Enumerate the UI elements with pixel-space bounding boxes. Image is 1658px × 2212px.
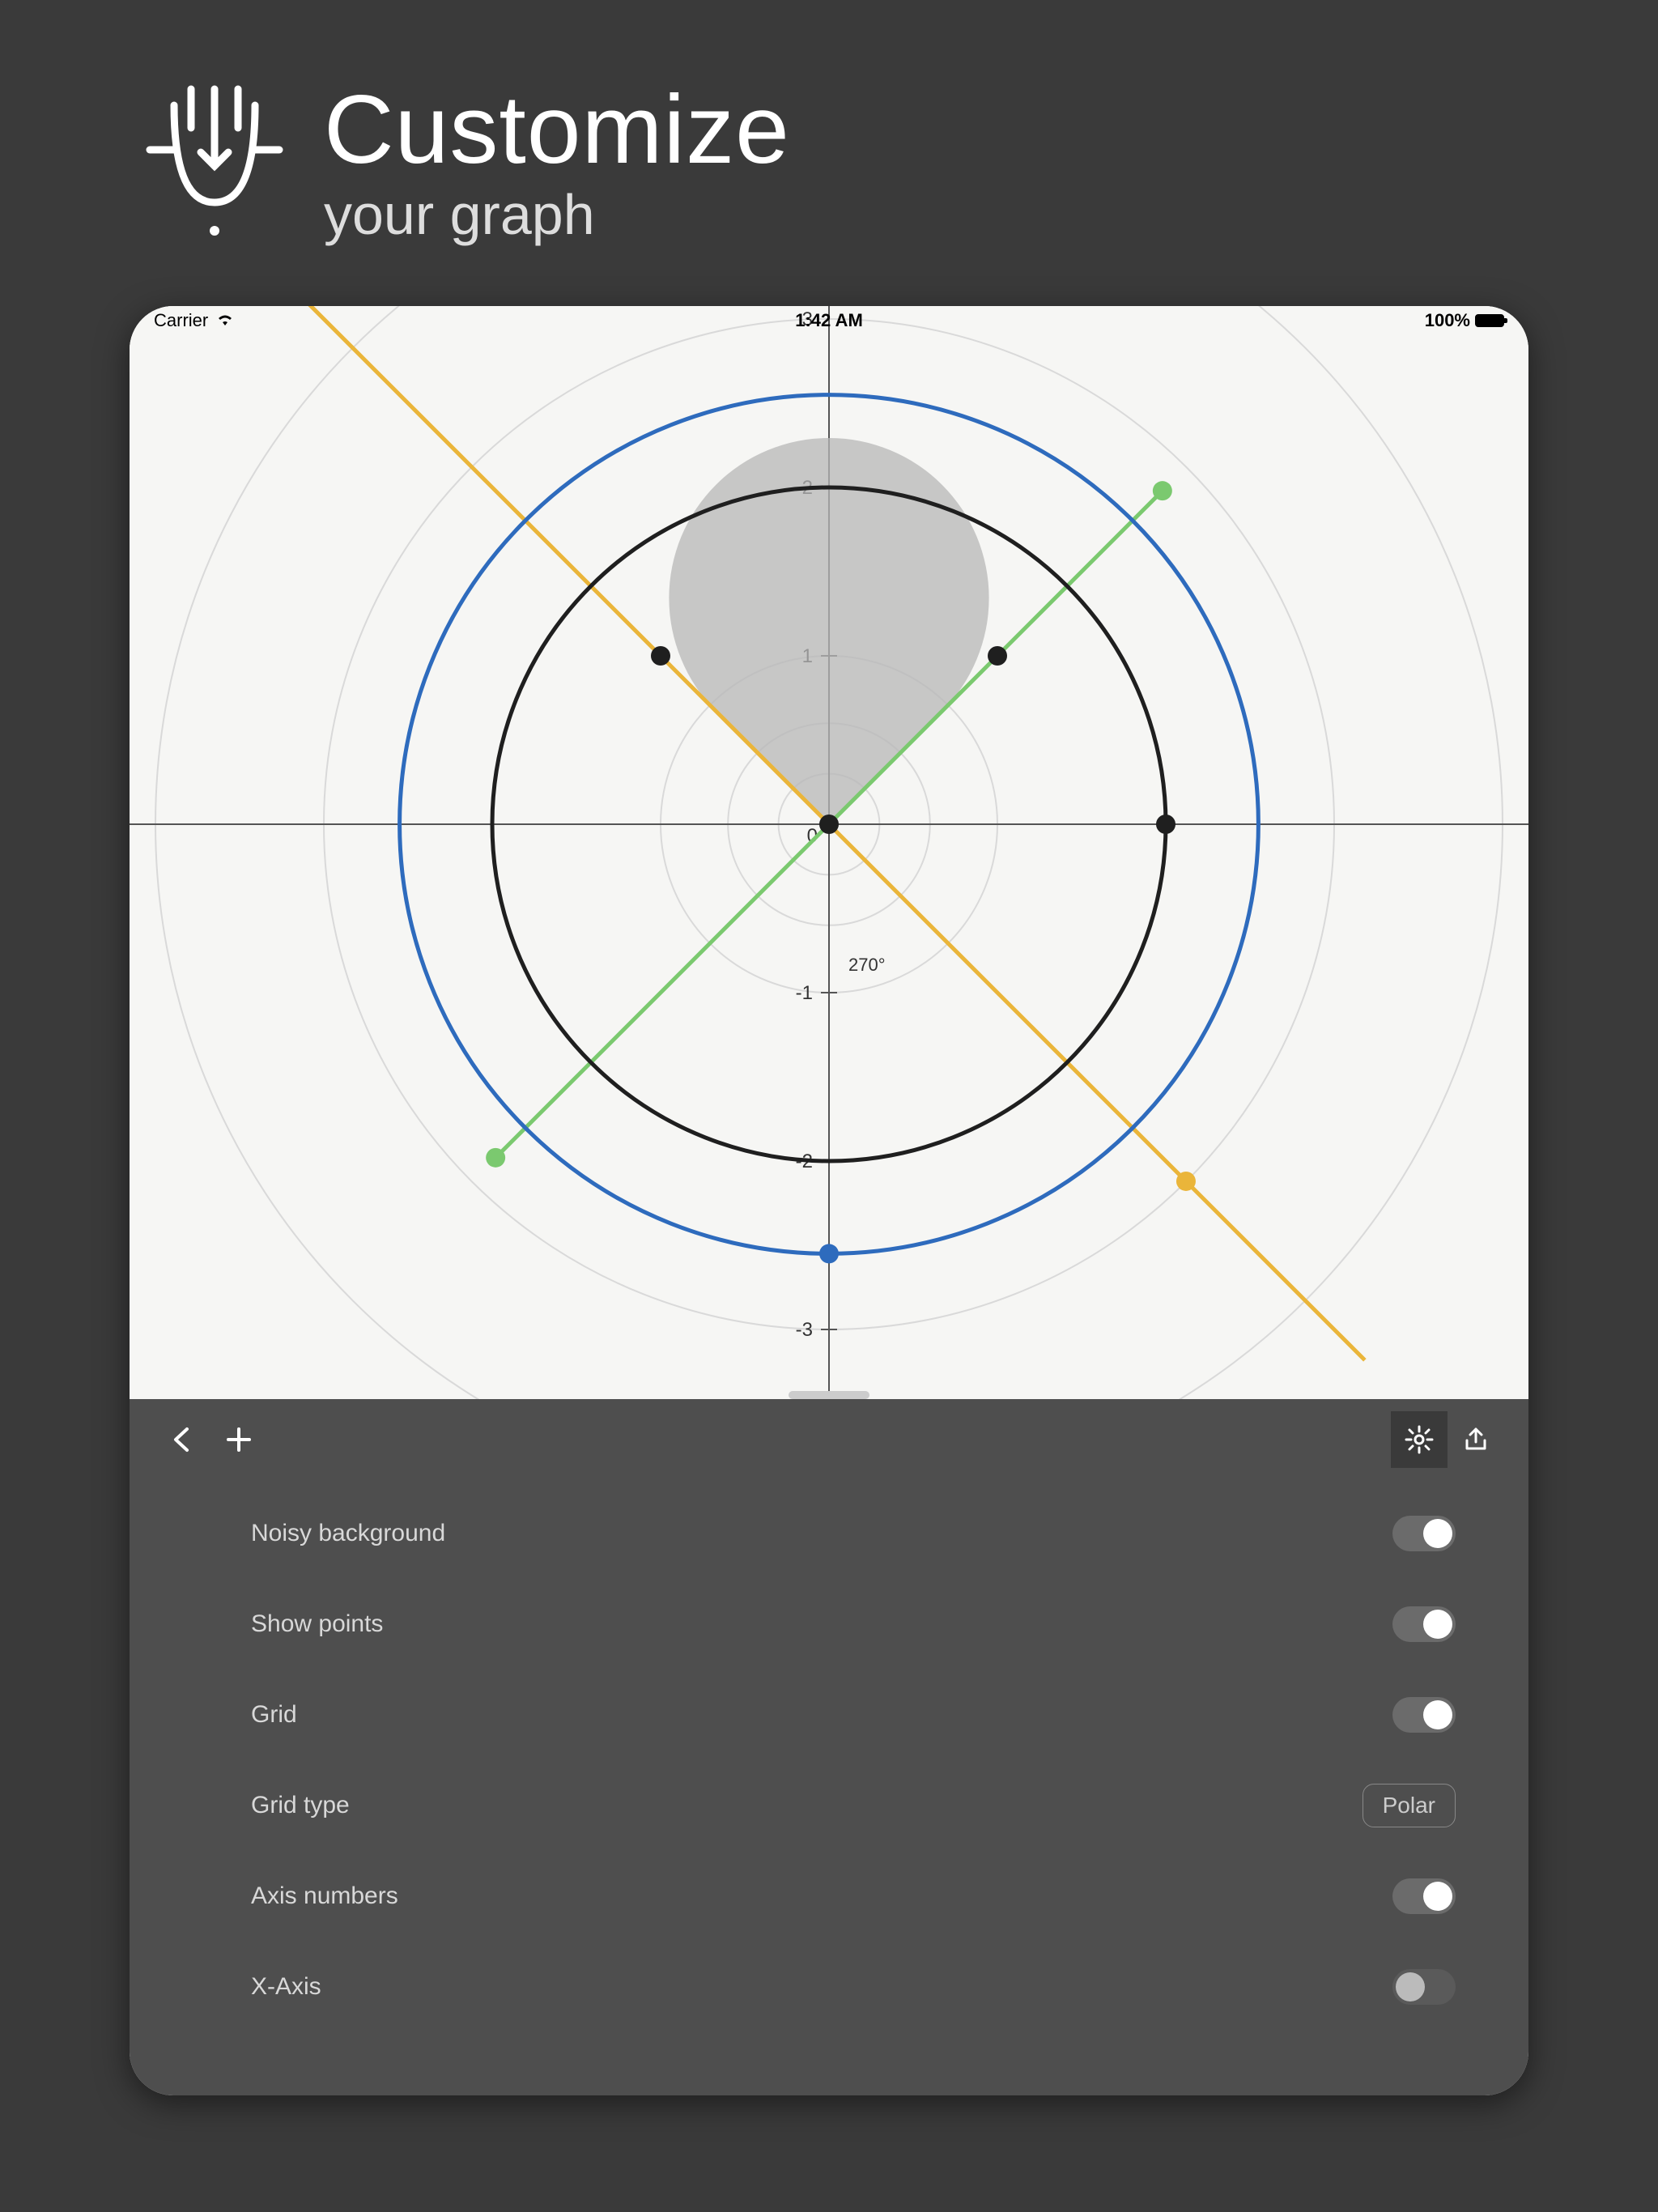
setting-label: Axis numbers (251, 1882, 398, 1910)
setting-row: Axis numbers (251, 1851, 1456, 1942)
promo-subtitle: your graph (324, 186, 790, 243)
setting-row: Show points (251, 1579, 1456, 1670)
setting-label: Show points (251, 1610, 383, 1638)
svg-text:-3: -3 (796, 1319, 813, 1341)
setting-toggle[interactable] (1392, 1697, 1456, 1733)
setting-row: Noisy background (251, 1488, 1456, 1579)
battery-icon (1475, 314, 1504, 327)
setting-toggle[interactable] (1392, 1606, 1456, 1642)
setting-row: Grid type Polar (251, 1760, 1456, 1851)
status-bar: Carrier 1:42 AM 100% (130, 306, 1528, 335)
setting-row: X-Axis (251, 1942, 1456, 2032)
device-frame: Carrier 1:42 AM 100% 12-1-2-330270° (130, 306, 1528, 2095)
promo-title: Customize (324, 81, 790, 178)
svg-text:-1: -1 (796, 982, 813, 1004)
setting-select[interactable]: Polar (1363, 1784, 1456, 1827)
setting-label: X-Axis (251, 1973, 321, 2001)
setting-label: Noisy background (251, 1520, 445, 1547)
add-button[interactable] (210, 1411, 267, 1468)
setting-row: Grid (251, 1670, 1456, 1760)
setting-toggle[interactable] (1392, 1516, 1456, 1551)
app-logo-icon (138, 81, 291, 251)
setting-toggle[interactable] (1392, 1878, 1456, 1914)
graph-svg: 12-1-2-330270° (130, 306, 1528, 1399)
settings-panel: Noisy background Show points Grid Grid type… (130, 1399, 1528, 2095)
share-button[interactable] (1448, 1411, 1504, 1468)
svg-text:270°: 270° (848, 955, 886, 975)
setting-label: Grid (251, 1701, 297, 1729)
carrier-label: Carrier (154, 310, 208, 331)
setting-toggle[interactable] (1392, 1969, 1456, 2005)
wifi-icon (216, 310, 234, 331)
setting-label: Grid type (251, 1792, 350, 1819)
panel-drag-handle[interactable] (789, 1391, 869, 1399)
graph-canvas[interactable]: 12-1-2-330270° (130, 306, 1528, 1399)
back-button[interactable] (154, 1411, 210, 1468)
battery-pct-label: 100% (1425, 310, 1470, 331)
settings-button[interactable] (1391, 1411, 1448, 1468)
clock-label: 1:42 AM (795, 310, 863, 331)
